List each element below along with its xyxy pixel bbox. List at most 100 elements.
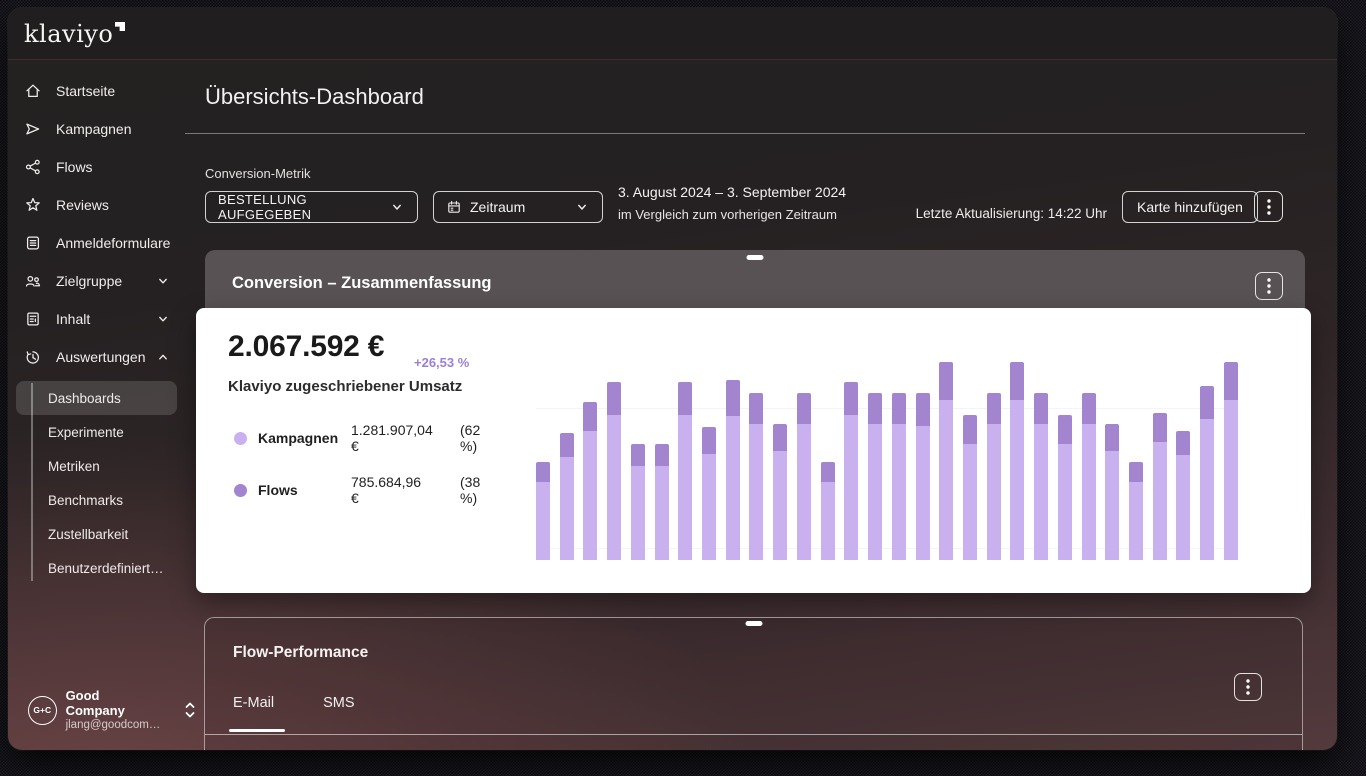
chart-bar[interactable]	[630, 444, 645, 560]
chart-bar[interactable]	[796, 393, 811, 560]
add-card-button[interactable]: Karte hinzufügen	[1122, 191, 1258, 223]
bar-segment-flows	[1176, 431, 1191, 455]
legend-share: (62 %)	[460, 422, 481, 454]
flow-card-divider	[205, 734, 1302, 735]
chart-bar[interactable]	[773, 424, 788, 560]
chart-bar[interactable]	[891, 393, 906, 560]
chart-bar[interactable]	[725, 380, 740, 560]
chart-bar[interactable]	[1081, 393, 1096, 560]
chart-bar[interactable]	[962, 415, 977, 560]
chart-bar[interactable]	[702, 427, 717, 560]
content-icon	[24, 310, 42, 328]
bar-segment-kampagnen	[1152, 442, 1167, 560]
sidebar-subitem-zustellbarkeit[interactable]: Zustellbarkeit	[16, 517, 177, 551]
sidebar-item-anmeldeformulare[interactable]: Anmeldeformulare	[8, 224, 185, 262]
chart-bar[interactable]	[678, 382, 693, 560]
title-divider	[185, 133, 1305, 134]
send-icon	[24, 120, 42, 138]
chart-bar[interactable]	[868, 393, 883, 560]
legend-value: 785.684,96 €	[351, 474, 422, 506]
bar-segment-kampagnen	[773, 451, 788, 560]
comparison-text: im Vergleich zum vorherigen Zeitraum	[618, 207, 837, 222]
sidebar-item-reviews[interactable]: Reviews	[8, 186, 185, 224]
bar-segment-flows	[678, 382, 693, 415]
chart-bar[interactable]	[986, 393, 1001, 560]
revenue-stacked-bar-chart	[536, 348, 1238, 560]
bar-segment-flows	[891, 393, 906, 424]
chart-bar[interactable]	[939, 362, 954, 560]
chart-bar[interactable]	[749, 393, 764, 560]
sidebar-subitem-metriken[interactable]: Metriken	[16, 449, 177, 483]
bar-segment-kampagnen	[891, 424, 906, 560]
bar-segment-flows	[749, 393, 764, 424]
drag-handle[interactable]	[746, 255, 764, 260]
chart-bar[interactable]	[1128, 462, 1143, 560]
klaviyo-logo-text: klaviyo	[24, 19, 114, 48]
page-title: Übersichts-Dashboard	[205, 84, 424, 109]
bar-segment-flows	[868, 393, 883, 424]
flow-performance-card: Flow-Performance E-Mail SMS	[204, 617, 1303, 750]
chart-bar[interactable]	[915, 393, 930, 560]
conversion-metric-label: Conversion-Metrik	[205, 166, 311, 181]
chart-bar[interactable]	[583, 402, 598, 560]
chart-bar[interactable]	[820, 462, 835, 560]
bar-segment-kampagnen	[962, 444, 977, 560]
desktop-background: klaviyo Startseite Kampagnen Flows Reviews A…	[0, 0, 1366, 776]
dashboard-more-options-button[interactable]	[1254, 191, 1283, 222]
bar-segment-flows	[725, 380, 740, 416]
audience-icon	[24, 272, 42, 290]
chart-bar[interactable]	[654, 444, 669, 560]
sidebar-subitem-experimente[interactable]: Experimente	[16, 415, 177, 449]
flow-tabs: E-Mail SMS	[233, 695, 355, 711]
bar-segment-kampagnen	[868, 424, 883, 560]
chart-bar[interactable]	[607, 382, 622, 560]
sidebar-item-zielgruppe[interactable]: Zielgruppe	[8, 262, 185, 300]
revenue-delta-badge: +26,53 %	[414, 355, 470, 370]
bar-segment-kampagnen	[1176, 455, 1191, 560]
sidebar-item-inhalt[interactable]: Inhalt	[8, 300, 185, 338]
bar-segment-flows	[702, 427, 717, 454]
sidebar: Startseite Kampagnen Flows Reviews Anmeldefo…	[8, 60, 195, 750]
flow-card-more-options-button[interactable]	[1234, 673, 1262, 701]
chart-bar[interactable]	[1105, 424, 1120, 560]
sidebar-subitem-dashboards[interactable]: Dashboards	[16, 381, 177, 415]
bar-segment-kampagnen	[1010, 400, 1025, 560]
bar-segment-kampagnen	[1128, 482, 1143, 560]
chart-bar[interactable]	[1057, 415, 1072, 560]
bar-segment-kampagnen	[796, 424, 811, 560]
conversion-metric-dropdown[interactable]: BESTELLUNG AUFGEGEBEN	[205, 191, 418, 223]
sidebar-subitem-benutzerdefiniert[interactable]: Benutzerdefiniert…	[16, 551, 177, 585]
conversion-summary-card: 2.067.592 € +26,53 % Klaviyo zugeschrieb…	[196, 308, 1311, 593]
conversion-summary-header[interactable]: Conversion – Zusammenfassung	[205, 250, 1305, 308]
drag-handle[interactable]	[745, 621, 762, 626]
bar-segment-kampagnen	[749, 424, 764, 560]
sidebar-item-startseite[interactable]: Startseite	[8, 72, 185, 110]
sidebar-item-label: Reviews	[56, 197, 109, 213]
chart-bar[interactable]	[1010, 362, 1025, 560]
sidebar-subitem-benchmarks[interactable]: Benchmarks	[16, 483, 177, 517]
bar-segment-flows	[796, 393, 811, 424]
tab-e-mail[interactable]: E-Mail	[233, 695, 274, 711]
chart-bar[interactable]	[1200, 386, 1215, 560]
sidebar-item-flows[interactable]: Flows	[8, 148, 185, 186]
conversion-card-more-options-button[interactable]	[1255, 272, 1283, 300]
sidebar-item-label: Auswertungen	[56, 349, 146, 365]
sidebar-item-kampagnen[interactable]: Kampagnen	[8, 110, 185, 148]
chart-bar[interactable]	[1152, 413, 1167, 560]
add-card-label: Karte hinzufügen	[1137, 199, 1243, 215]
bar-segment-kampagnen	[1105, 451, 1120, 560]
chart-bar[interactable]	[844, 382, 859, 560]
revenue-subtitle: Klaviyo zugeschriebener Umsatz	[228, 378, 463, 395]
chart-bar[interactable]	[1223, 362, 1238, 560]
tab-sms[interactable]: SMS	[323, 695, 354, 711]
bar-segment-kampagnen	[725, 416, 740, 560]
chart-bar[interactable]	[1034, 393, 1049, 560]
timeframe-dropdown[interactable]: Zeitraum	[433, 191, 603, 223]
chart-bar[interactable]	[1176, 431, 1191, 560]
chart-bar[interactable]	[559, 433, 574, 560]
sidebar-item-auswertungen[interactable]: Auswertungen	[8, 338, 185, 376]
chart-bar[interactable]	[536, 462, 550, 560]
flow-icon	[24, 158, 42, 176]
account-switcher[interactable]: G+C Good Company jlang@goodcom…	[28, 688, 198, 732]
bar-segment-flows	[583, 402, 598, 431]
